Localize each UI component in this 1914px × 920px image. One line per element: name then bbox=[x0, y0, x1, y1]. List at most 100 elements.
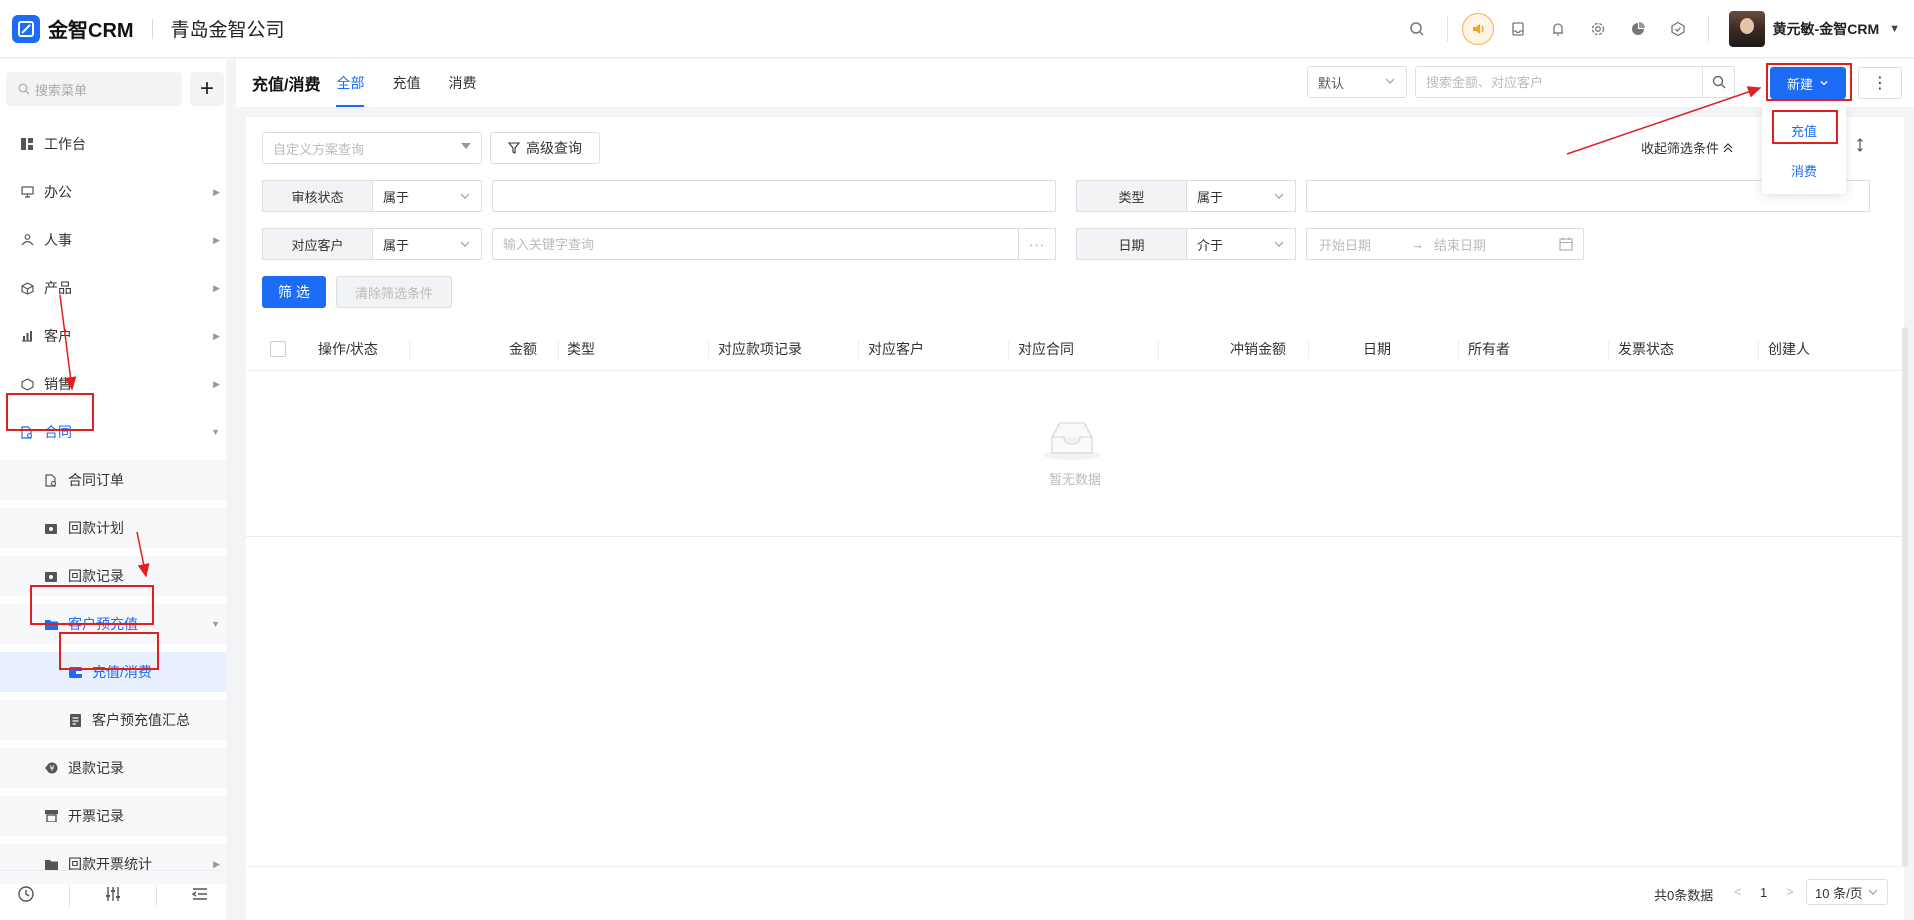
sidebar-item-office[interactable]: 办公 ▶ bbox=[0, 172, 226, 212]
filter-op-customer[interactable]: 属于 bbox=[373, 228, 482, 260]
add-menu-button[interactable]: + bbox=[190, 72, 224, 106]
sidebar-item-workbench[interactable]: 工作台 bbox=[0, 124, 226, 164]
column-header[interactable]: 冲销金额 bbox=[1230, 327, 1286, 371]
inbox-icon[interactable] bbox=[1498, 0, 1538, 58]
report-icon bbox=[68, 713, 82, 727]
column-header[interactable]: 操作/状态 bbox=[318, 327, 378, 371]
column-header[interactable]: 对应合同 bbox=[1018, 327, 1074, 371]
filter-op-date[interactable]: 介于 bbox=[1187, 228, 1296, 260]
chevron-down-icon bbox=[1868, 889, 1878, 895]
filter-value-audit-status[interactable] bbox=[492, 180, 1056, 212]
next-page-button[interactable]: > bbox=[1786, 884, 1794, 899]
column-header[interactable]: 类型 bbox=[567, 327, 595, 371]
empty-state: 暂无数据 bbox=[246, 371, 1904, 537]
chevron-double-up-icon bbox=[1723, 142, 1733, 152]
sliders-icon[interactable] bbox=[104, 885, 122, 906]
sidebar-item-prepaid-summary[interactable]: 客户预充值汇总 bbox=[0, 700, 226, 740]
menu-collapse-icon[interactable] bbox=[191, 885, 209, 906]
sidebar-footer bbox=[0, 870, 226, 920]
advanced-query-button[interactable]: 高级查询 bbox=[490, 132, 600, 164]
column-header[interactable]: 创建人 bbox=[1768, 327, 1810, 371]
sidebar-item-payment-plan[interactable]: 回款计划 bbox=[0, 508, 226, 548]
column-header[interactable]: 金额 bbox=[509, 327, 537, 371]
header-separator bbox=[1707, 16, 1709, 42]
sidebar-item-refund[interactable]: ¥ 退款记录 bbox=[0, 748, 226, 788]
header-icon-bar: 黄元敏-金智CRM ▼ bbox=[1397, 0, 1914, 58]
search-icon bbox=[18, 83, 30, 95]
filter-op-audit-status[interactable]: 属于 bbox=[373, 180, 482, 212]
chevron-down-icon: ▼ bbox=[211, 427, 220, 437]
brand-name: 金智CRM bbox=[48, 20, 134, 42]
column-header[interactable]: 对应客户 bbox=[868, 327, 924, 371]
sidebar-item-label: 退款记录 bbox=[68, 760, 124, 776]
column-separator bbox=[1008, 341, 1009, 359]
customer-keyword-input[interactable] bbox=[493, 229, 1018, 259]
chevron-down-icon bbox=[460, 241, 470, 247]
menu-search-input[interactable]: 搜索菜单 bbox=[6, 72, 182, 106]
chevron-down-icon bbox=[460, 193, 470, 199]
gear-icon[interactable] bbox=[1578, 0, 1618, 58]
search-icon[interactable] bbox=[1397, 0, 1437, 58]
column-header[interactable]: 所有者 bbox=[1468, 327, 1510, 371]
bell-icon[interactable] bbox=[1538, 0, 1578, 58]
cube-icon[interactable] bbox=[1658, 0, 1698, 58]
annotation-box bbox=[30, 585, 154, 625]
sidebar-item-customer[interactable]: 客户 ▶ bbox=[0, 316, 226, 356]
clear-filters-button[interactable]: 清除筛选条件 bbox=[336, 276, 452, 308]
history-icon[interactable] bbox=[17, 885, 35, 906]
page-number[interactable]: 1 bbox=[1760, 885, 1767, 900]
page-size-value: 10 条/页 bbox=[1815, 885, 1863, 901]
column-header[interactable]: 发票状态 bbox=[1618, 327, 1674, 371]
wallet-icon bbox=[44, 569, 58, 583]
customer-picker-button[interactable]: ··· bbox=[1018, 228, 1056, 260]
prev-page-button[interactable]: < bbox=[1734, 884, 1742, 899]
filter-label-type: 类型 bbox=[1076, 180, 1187, 212]
filter-value-customer bbox=[492, 228, 1019, 260]
column-header[interactable]: 日期 bbox=[1363, 327, 1391, 371]
tab-all[interactable]: 全部 bbox=[336, 59, 365, 107]
speaker-button[interactable] bbox=[1458, 0, 1498, 58]
filter-op-type[interactable]: 属于 bbox=[1187, 180, 1296, 212]
user-menu[interactable]: 黄元敏-金智CRM ▼ bbox=[1728, 11, 1900, 47]
sidebar-item-label: 回款计划 bbox=[68, 520, 124, 536]
sidebar-item-product[interactable]: 产品 ▶ bbox=[0, 268, 226, 308]
sidebar-item-hr[interactable]: 人事 ▶ bbox=[0, 220, 226, 260]
more-button[interactable]: ⋮ bbox=[1858, 67, 1902, 99]
scheme-select[interactable]: 自定义方案查询 bbox=[262, 132, 482, 164]
record-search-input[interactable] bbox=[1416, 67, 1696, 97]
folder-icon bbox=[44, 857, 58, 871]
sort-icon[interactable] bbox=[1855, 137, 1865, 153]
sidebar-item-contract-order[interactable]: 合同订单 bbox=[0, 460, 226, 500]
column-header[interactable]: 对应款项记录 bbox=[718, 327, 802, 371]
brand-logo[interactable]: 金智CRM bbox=[12, 14, 134, 43]
user-name: 黄元敏-金智CRM bbox=[1772, 21, 1880, 37]
monitor-icon bbox=[20, 185, 34, 199]
annotation-box bbox=[59, 632, 159, 670]
sidebar-item-label: 工作台 bbox=[44, 136, 86, 152]
box-icon bbox=[20, 281, 34, 295]
sidebar: 搜索菜单 + 工作台 办公 ▶ 人事 ▶ 产品 ▶ 客户 ▶ 销售 ▶ 合同 ▼… bbox=[0, 59, 226, 920]
view-select[interactable]: 默认 bbox=[1307, 66, 1407, 98]
tab-recharge[interactable]: 充值 bbox=[392, 59, 420, 107]
tab-consume[interactable]: 消费 bbox=[448, 59, 476, 107]
filter-label-date: 日期 bbox=[1076, 228, 1187, 260]
sidebar-item-label: 客户预充值汇总 bbox=[92, 712, 190, 728]
new-menu-consume[interactable]: 消费 bbox=[1762, 150, 1846, 190]
collapse-filters-link[interactable]: 收起筛选条件 bbox=[1641, 138, 1734, 157]
table-header: 操作/状态 金额 类型 对应款项记录 对应客户 对应合同 冲销金额 日期 所有者… bbox=[246, 327, 1904, 371]
select-all-checkbox[interactable] bbox=[270, 341, 286, 357]
annotation-box bbox=[1766, 63, 1852, 101]
svg-text:¥: ¥ bbox=[49, 764, 54, 773]
table-scrollbar[interactable] bbox=[1902, 327, 1908, 867]
sidebar-item-label: 回款记录 bbox=[68, 568, 124, 584]
sidebar-item-label: 开票记录 bbox=[68, 808, 124, 824]
pie-chart-icon[interactable] bbox=[1618, 0, 1658, 58]
sidebar-item-invoice[interactable]: 开票记录 bbox=[0, 796, 226, 836]
date-range-picker[interactable]: 开始日期 → 结束日期 bbox=[1306, 228, 1584, 260]
filter-button[interactable]: 筛 选 bbox=[262, 276, 326, 308]
page-size-select[interactable]: 10 条/页 bbox=[1806, 879, 1888, 905]
annotation-box bbox=[1772, 110, 1838, 144]
search-button[interactable] bbox=[1702, 67, 1734, 97]
wallet-icon bbox=[44, 521, 58, 535]
pagination: 共0条数据 < 1 > 10 条/页 bbox=[246, 866, 1904, 920]
